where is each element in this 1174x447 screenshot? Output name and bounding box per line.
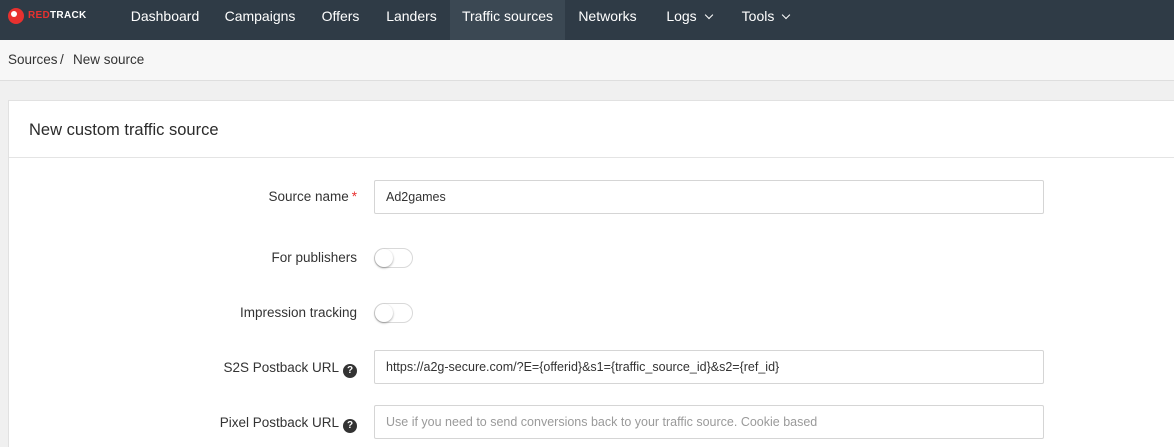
nav-tools[interactable]: Tools (728, 0, 803, 40)
for-publishers-toggle[interactable] (374, 248, 413, 268)
nav-dashboard[interactable]: Dashboard (118, 0, 212, 40)
help-icon[interactable]: ? (343, 419, 357, 433)
new-source-card: New custom traffic source Source name* F… (8, 100, 1174, 447)
logo-text: REDTRACK (28, 10, 87, 21)
impression-tracking-toggle[interactable] (374, 303, 413, 323)
breadcrumb: Sources / New source (0, 40, 1174, 81)
pixel-postback-input[interactable] (374, 405, 1044, 439)
nav-campaigns[interactable]: Campaigns (212, 0, 308, 40)
required-marker: * (351, 189, 357, 204)
impression-tracking-label: Impression tracking (239, 305, 357, 320)
redtrack-logo[interactable]: REDTRACK (8, 8, 88, 24)
toggle-knob (375, 304, 393, 322)
top-navbar: REDTRACK Dashboard Campaigns Offers Land… (0, 0, 1174, 40)
breadcrumb-sources-link[interactable]: Sources (8, 52, 58, 67)
nav-logs[interactable]: Logs (650, 0, 728, 40)
breadcrumb-current: New source (73, 52, 145, 67)
pixel-postback-label: Pixel Postback URL? (220, 415, 357, 433)
chevron-down-icon (704, 10, 713, 20)
nav-offers[interactable]: Offers (308, 0, 373, 40)
nav-networks[interactable]: Networks (565, 0, 650, 40)
s2s-postback-input[interactable] (374, 350, 1044, 384)
logo-mark-icon (8, 8, 24, 24)
help-icon[interactable]: ? (343, 364, 357, 378)
chevron-down-icon (782, 10, 791, 20)
toggle-knob (375, 249, 393, 267)
breadcrumb-separator: / (60, 52, 64, 67)
nav-landers[interactable]: Landers (373, 0, 450, 40)
source-name-label: Source name * (268, 189, 357, 204)
nav-traffic-sources[interactable]: Traffic sources (450, 0, 565, 40)
card-title: New custom traffic source (29, 121, 219, 139)
card-divider (9, 157, 1174, 158)
s2s-postback-label: S2S Postback URL? (223, 360, 357, 378)
source-name-input[interactable] (374, 180, 1044, 214)
for-publishers-label: For publishers (271, 250, 357, 265)
